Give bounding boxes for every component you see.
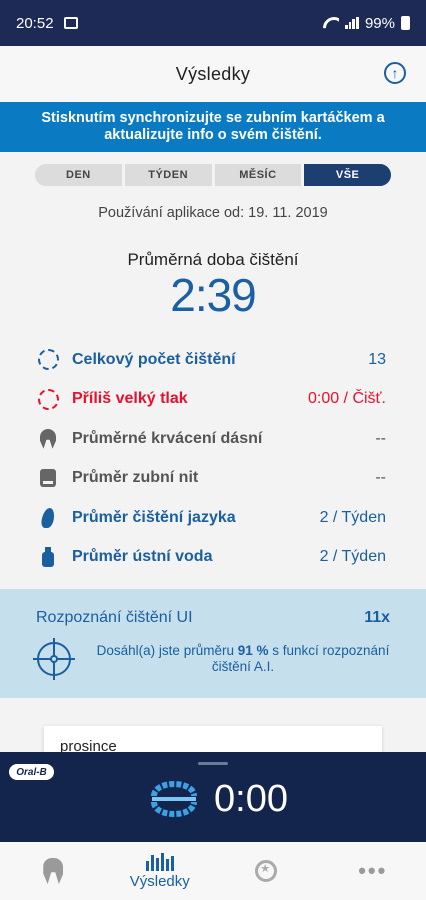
stat-label: Průměrné krvácení dásní [72, 429, 263, 447]
sync-banner[interactable]: Stisknutím synchronizujte se zubním kart… [0, 102, 426, 152]
nav-label-results: Výsledky [129, 872, 190, 890]
image-notification-icon [63, 17, 78, 29]
period-segmented-control: DEN TÝDEN MĚSÍC VŠE [35, 164, 391, 186]
stat-value: -- [375, 429, 386, 447]
nav-item-achievements[interactable] [213, 842, 320, 900]
brushing-timer: 0:00 [214, 778, 288, 820]
brushing-timer-panel[interactable]: Oral-B 0:00 [0, 752, 426, 842]
ai-recognition-panel[interactable]: Rozpoznání čištění UI 11x Dosáhl(a) jste… [0, 589, 426, 698]
stat-floss[interactable]: Průměr zubní nit -- [36, 459, 386, 499]
page-title: Výsledky [175, 63, 251, 84]
stat-mouthwash[interactable]: Průměr ústní voda 2 / Týden [36, 538, 386, 578]
nav-item-results[interactable]: Výsledky [107, 842, 214, 900]
mouthwash-icon [42, 547, 54, 568]
ai-percent: 91 % [237, 643, 269, 658]
sync-upload-button[interactable]: ↑ [384, 62, 406, 84]
stat-tongue-cleaning[interactable]: Průměr čištění jazyka 2 / Týden [36, 498, 386, 538]
bar-chart-icon [145, 852, 174, 871]
stat-gum-bleeding[interactable]: Průměrné krvácení dásní -- [36, 419, 386, 459]
stat-value: 2 / Týden [319, 548, 386, 566]
stat-label: Celkový počet čištění [72, 350, 236, 368]
ai-count: 11x [364, 609, 390, 626]
badge-icon [255, 860, 278, 882]
signal-icon [344, 17, 359, 29]
pressure-circle-icon [37, 388, 59, 410]
stat-total-brushings[interactable]: Celkový počet čištění 13 [36, 340, 386, 380]
stat-label: Průměr ústní voda [72, 548, 213, 566]
status-time: 20:52 [16, 14, 54, 32]
stat-label: Průměr čištění jazyka [72, 508, 236, 526]
average-time-label: Průměrná doba čištění [127, 250, 299, 269]
nav-item-home[interactable] [0, 842, 107, 900]
stat-value: 0:00 / Čišť. [307, 390, 386, 408]
stats-list: Celkový počet čištění 13 Příliš velký tl… [36, 340, 386, 577]
stat-value: -- [375, 469, 386, 487]
status-bar: 20:52 99% [0, 0, 426, 46]
crosshair-icon [37, 642, 71, 676]
stat-value: 13 [368, 350, 386, 368]
battery-icon [401, 16, 410, 30]
segment-day[interactable]: DEN [35, 164, 122, 186]
drag-handle[interactable] [198, 762, 228, 765]
stat-label: Příliš velký tlak [72, 390, 188, 408]
average-time-value: 2:39 [170, 269, 257, 321]
battery-percent: 99% [364, 14, 395, 32]
stat-label: Průměr zubní nit [72, 469, 199, 487]
tooth-icon [43, 858, 64, 884]
more-icon: ••• [358, 858, 388, 883]
ai-title: Rozpoznání čištění UI [36, 609, 193, 626]
nav-item-more[interactable]: ••• [320, 842, 426, 900]
bottom-navigation: Výsledky ••• [0, 842, 426, 900]
tongue-icon [40, 507, 56, 528]
status-indicators: 99% [323, 15, 410, 32]
tooth-icon [40, 428, 56, 449]
floss-icon [40, 469, 56, 488]
teeth-icon [151, 781, 197, 817]
brand-logo: Oral-B [9, 764, 54, 780]
usage-since-text: Používání aplikace od: 19. 11. 2019 [98, 205, 328, 221]
dashed-circle-icon [37, 349, 59, 371]
wifi-icon [323, 17, 339, 29]
segment-all[interactable]: VŠE [304, 164, 391, 186]
app-header: Výsledky ↑ [0, 46, 426, 102]
stat-value: 2 / Týden [319, 508, 386, 526]
stat-excess-pressure[interactable]: Příliš velký tlak 0:00 / Čišť. [36, 380, 386, 420]
segment-week[interactable]: TÝDEN [124, 164, 212, 186]
ai-description: Dosáhl(a) jste průměru 91 % s funkcí roz… [96, 643, 390, 674]
segment-month[interactable]: MĚSÍC [214, 164, 302, 186]
arrow-up-icon: ↑ [391, 65, 399, 81]
